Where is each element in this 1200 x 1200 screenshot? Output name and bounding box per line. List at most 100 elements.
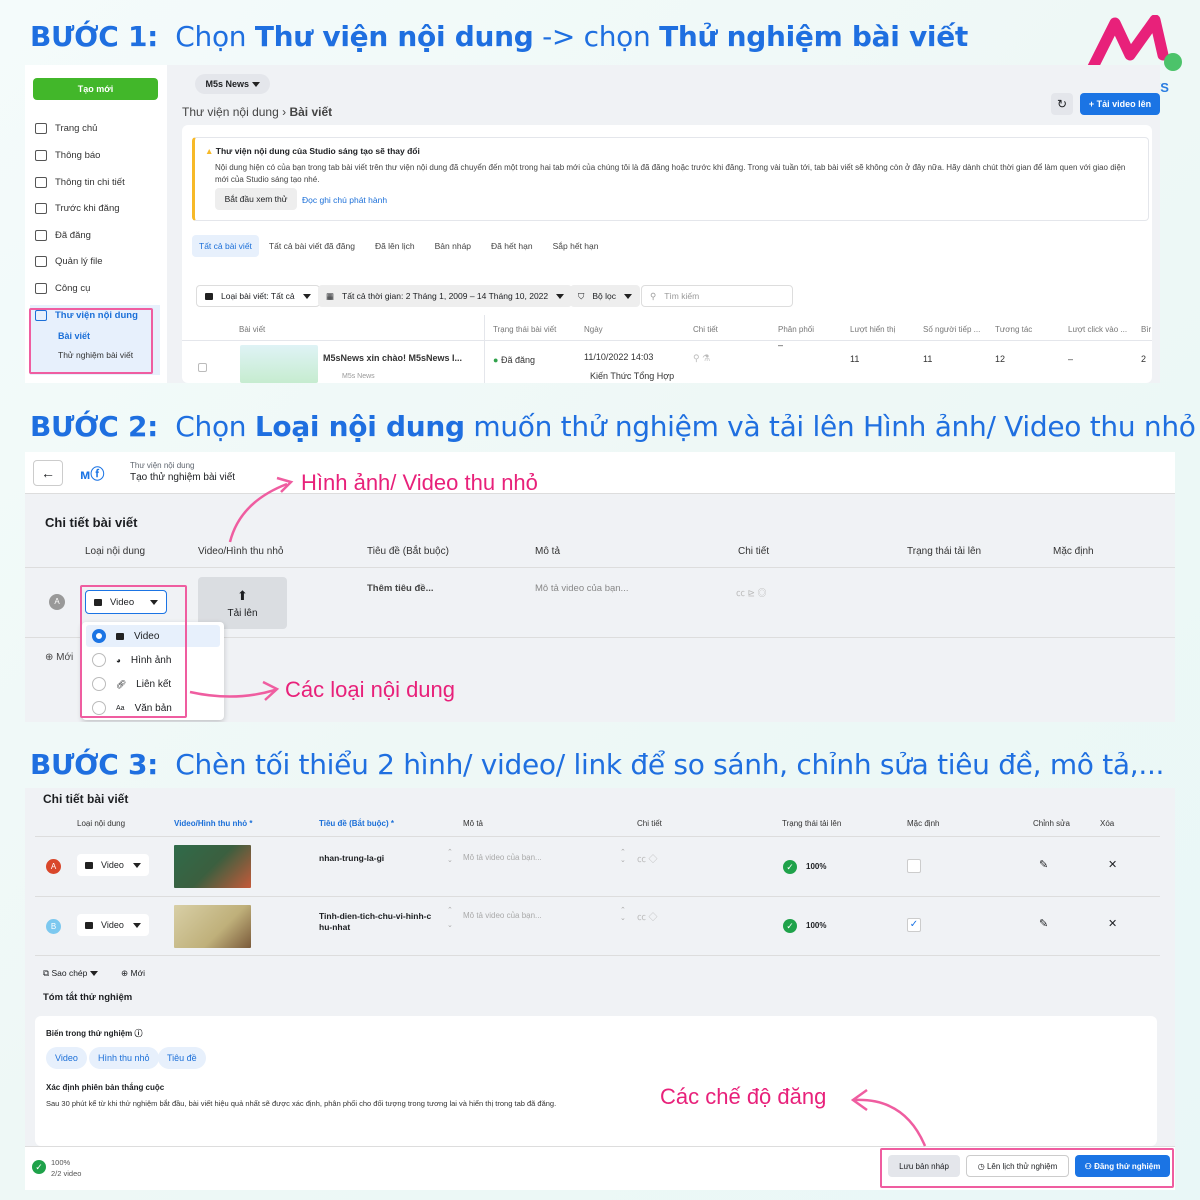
text: Chèn tối thiểu 2 hình/ video/ link để so… (175, 748, 1165, 781)
col-impressions[interactable]: Lượt hiển thị (850, 325, 895, 334)
post-impressions: 11 (850, 354, 860, 364)
sidebar-item-published[interactable]: Đã đăng (35, 230, 91, 241)
col-distribution[interactable]: Phân phối (778, 325, 814, 334)
placeholder: Tìm kiếm (664, 291, 700, 301)
tab-bar: Tất cả bài viết Tất cả bài viết đã đăng … (192, 235, 608, 257)
release-notes-link[interactable]: Đọc ghi chú phát hành (302, 195, 387, 205)
post-type-filter[interactable]: Loại bài viết: Tất cả (196, 285, 320, 307)
sidebar-item-files[interactable]: Quản lý file (35, 256, 103, 267)
post-date: 11/10/2022 14:03 (584, 352, 654, 362)
col-comments[interactable]: Bìr (1141, 325, 1151, 334)
bell-icon (35, 150, 47, 161)
label: Trước khi đăng (55, 203, 120, 214)
post-icon (205, 292, 213, 300)
crumb[interactable]: Thư viện nội dung (182, 105, 279, 119)
notice-body: Nội dung hiện có của bạn trong tab bài v… (215, 163, 1126, 184)
main-card: ▲ Thư viện nội dung của Studio sáng tạo … (182, 125, 1152, 383)
chart-icon (35, 177, 47, 188)
label: M5s News (205, 79, 249, 89)
col-post[interactable]: Bài viết (239, 325, 265, 334)
step-label: BƯỚC 3: (30, 748, 159, 781)
arrow (854, 1098, 927, 1147)
tab-expired[interactable]: Đã hết hạn (481, 235, 543, 257)
text: Thử nghiệm bài viết (659, 20, 969, 53)
annotation-arrows (189, 476, 294, 701)
col-details[interactable]: Chi tiết (693, 325, 718, 334)
create-test-panel: ← ᴍⓕ Thư viện nội dung Tạo thử nghiệm bà… (25, 452, 1175, 722)
caret-icon (251, 81, 260, 87)
arrow (228, 482, 288, 543)
text: muốn thử nghiệm và tải lên Hình ảnh/ Vid… (464, 410, 1196, 443)
refresh-button[interactable]: ↻ (1051, 93, 1073, 115)
text: Loại nội dung (254, 410, 465, 443)
annotation-content-types: Các loại nội dung (285, 677, 456, 702)
filter-button[interactable]: ⛉ Bộ lọc (570, 285, 641, 307)
tab-published[interactable]: Tất cả bài viết đã đăng (259, 235, 365, 257)
page-selector[interactable]: M5s News (195, 74, 270, 94)
tab-scheduled[interactable]: Đã lên lịch (365, 235, 425, 257)
test-details-panel: Chi tiết bài viết Loại nội dung Video/Hì… (25, 788, 1175, 1190)
col-reach[interactable]: Số người tiếp ... (923, 325, 980, 334)
annotation-thumbnail: Hình ảnh/ Video thu nhỏ (301, 470, 538, 495)
notice-title: ▲ Thư viện nội dung của Studio sáng tạo … (205, 146, 420, 156)
divider (484, 315, 485, 383)
crumb: Bài viết (289, 105, 333, 119)
funnel-icon: ⛉ (578, 290, 585, 301)
sidebar-item-tools[interactable]: Công cụ (35, 283, 90, 294)
label: Tất cả thời gian: 2 Tháng 1, 2009 – 14 T… (342, 291, 549, 301)
upload-video-button[interactable]: + Tải video lên (1080, 93, 1160, 115)
tab-all-posts[interactable]: Tất cả bài viết (192, 235, 259, 257)
text: Chọn (175, 20, 255, 53)
col-date[interactable]: Ngày (584, 325, 603, 334)
home-icon (35, 123, 47, 134)
search-input[interactable]: ⚲ Tìm kiếm (641, 285, 793, 307)
date-range-filter[interactable]: ▦ Tất cả thời gian: 2 Tháng 1, 2009 – 14 … (318, 285, 573, 307)
text: Đã đăng (500, 355, 535, 365)
content-library-panel: Tạo mới Trang chủ Thông báo Thông tin ch… (25, 65, 1160, 383)
annotation-post-modes: Các chế độ đăng (660, 1084, 827, 1109)
label: Trang chủ (55, 123, 98, 134)
sidebar-item-insights[interactable]: Thông tin chi tiết (35, 177, 125, 188)
step-label: BƯỚC 2: (30, 410, 159, 443)
post-status: ● Đã đăng (493, 355, 535, 365)
calendar-icon: ▦ (326, 290, 335, 301)
caret-icon (624, 293, 633, 299)
step3-heading: BƯỚC 3: Chèn tối thiểu 2 hình/ video/ li… (30, 748, 1164, 781)
notice-banner: ▲ Thư viện nội dung của Studio sáng tạo … (192, 137, 1149, 221)
step-label: BƯỚC 1: (30, 20, 159, 53)
col-status[interactable]: Trạng thái bài viết (493, 325, 556, 334)
boost-icon[interactable]: ⚲ ⚗ (693, 353, 710, 364)
text: Thư viện nội dung của Studio sáng tạo sẽ… (215, 146, 420, 156)
document-icon (35, 203, 47, 214)
highlight-box (29, 308, 153, 374)
annotation-arrow (850, 1088, 927, 1147)
text: -> chọn (533, 20, 660, 53)
sidebar-item-home[interactable]: Trang chủ (35, 123, 97, 134)
col-engagement[interactable]: Tương tác (995, 325, 1032, 334)
label: Thông báo (55, 150, 101, 161)
search-icon: ⚲ (650, 290, 657, 301)
arrow (189, 688, 276, 698)
tab-expiring[interactable]: Sắp hết hạn (543, 235, 609, 257)
post-title[interactable]: M5sNews xin chào! M5sNews I... (323, 353, 462, 363)
wrench-icon (35, 283, 47, 294)
step1-heading: BƯỚC 1: Chọn Thư viện nội dung -> chọn T… (30, 20, 968, 53)
sidebar: Tạo mới Trang chủ Thông báo Thông tin ch… (25, 65, 167, 383)
calendar-icon (35, 230, 47, 241)
sidebar-item-before-post[interactable]: Trước khi đăng (35, 203, 120, 214)
tab-drafts[interactable]: Bản nháp (425, 235, 481, 257)
label: Công cụ (55, 283, 91, 294)
label: Bộ lọc (592, 291, 617, 301)
post-comments: 2 (1141, 354, 1147, 364)
start-button[interactable]: Bắt đầu xem thử (215, 188, 297, 210)
col-clicks[interactable]: Lượt click vào ... (1068, 325, 1127, 334)
post-distribution: – (778, 340, 784, 350)
label: Thông tin chi tiết (55, 177, 125, 188)
sidebar-item-notifications[interactable]: Thông báo (35, 150, 100, 161)
label: Loại bài viết: Tất cả (221, 291, 295, 301)
breadcrumb: Thư viện nội dung › Bài viết (182, 105, 333, 119)
row-checkbox[interactable] (198, 363, 207, 372)
create-button[interactable]: Tạo mới (33, 78, 158, 100)
label: Đã đăng (55, 230, 91, 241)
label: Quản lý file (55, 256, 103, 267)
